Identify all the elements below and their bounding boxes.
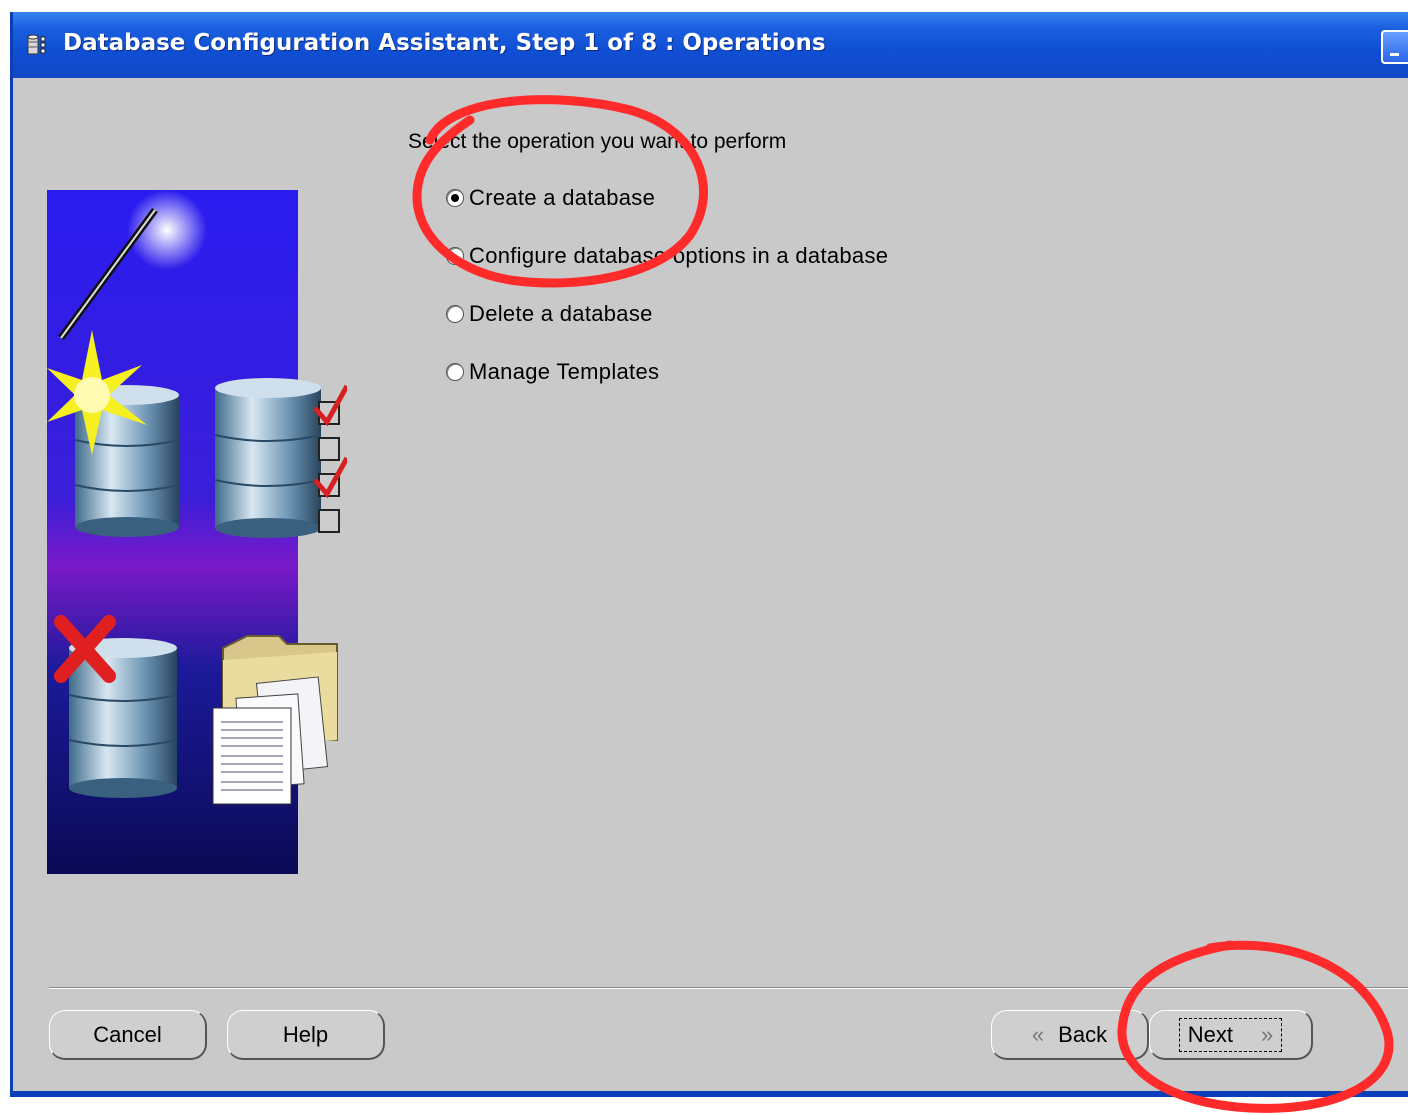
option-label: Manage Templates xyxy=(469,359,660,384)
next-button[interactable]: Next » xyxy=(1149,1010,1313,1060)
help-button[interactable]: Help xyxy=(227,1010,385,1060)
cancel-button[interactable]: Cancel xyxy=(49,1010,207,1060)
radio-configure-database[interactable]: Configure database options in a database xyxy=(446,242,888,270)
radio-button[interactable] xyxy=(446,363,464,381)
operation-prompt: Select the operation you want to perform xyxy=(408,130,787,153)
cancel-label: Cancel xyxy=(93,1021,162,1047)
help-label: Help xyxy=(282,1021,329,1047)
footer-separator xyxy=(49,987,1408,989)
radio-manage-templates[interactable]: Manage Templates xyxy=(446,358,659,386)
option-label: Configure database options in a database xyxy=(469,243,889,268)
option-label: Create a database xyxy=(469,185,656,210)
database-app-icon xyxy=(27,34,46,55)
option-label: Delete a database xyxy=(469,301,653,326)
radio-button[interactable] xyxy=(446,305,464,323)
minimize-button[interactable] xyxy=(1381,30,1408,64)
radio-create-database[interactable]: Create a database xyxy=(446,184,655,212)
next-focus-ring: Next » xyxy=(1178,1017,1283,1052)
chevron-left-icon: « xyxy=(1031,1021,1045,1047)
wizard-illustration xyxy=(47,190,347,874)
next-label: Next xyxy=(1187,1021,1233,1047)
radio-delete-database[interactable]: Delete a database xyxy=(446,300,653,328)
back-button[interactable]: « Back xyxy=(991,1010,1149,1060)
dbca-window: Database Configuration Assistant, Step 1… xyxy=(10,12,1408,1097)
radio-button[interactable] xyxy=(446,247,464,265)
radio-button[interactable] xyxy=(446,189,464,207)
back-label: Back xyxy=(1058,1021,1108,1047)
title-bar[interactable]: Database Configuration Assistant, Step 1… xyxy=(13,12,1408,78)
chevron-right-icon: » xyxy=(1261,1021,1274,1047)
window-title: Database Configuration Assistant, Step 1… xyxy=(63,30,826,56)
